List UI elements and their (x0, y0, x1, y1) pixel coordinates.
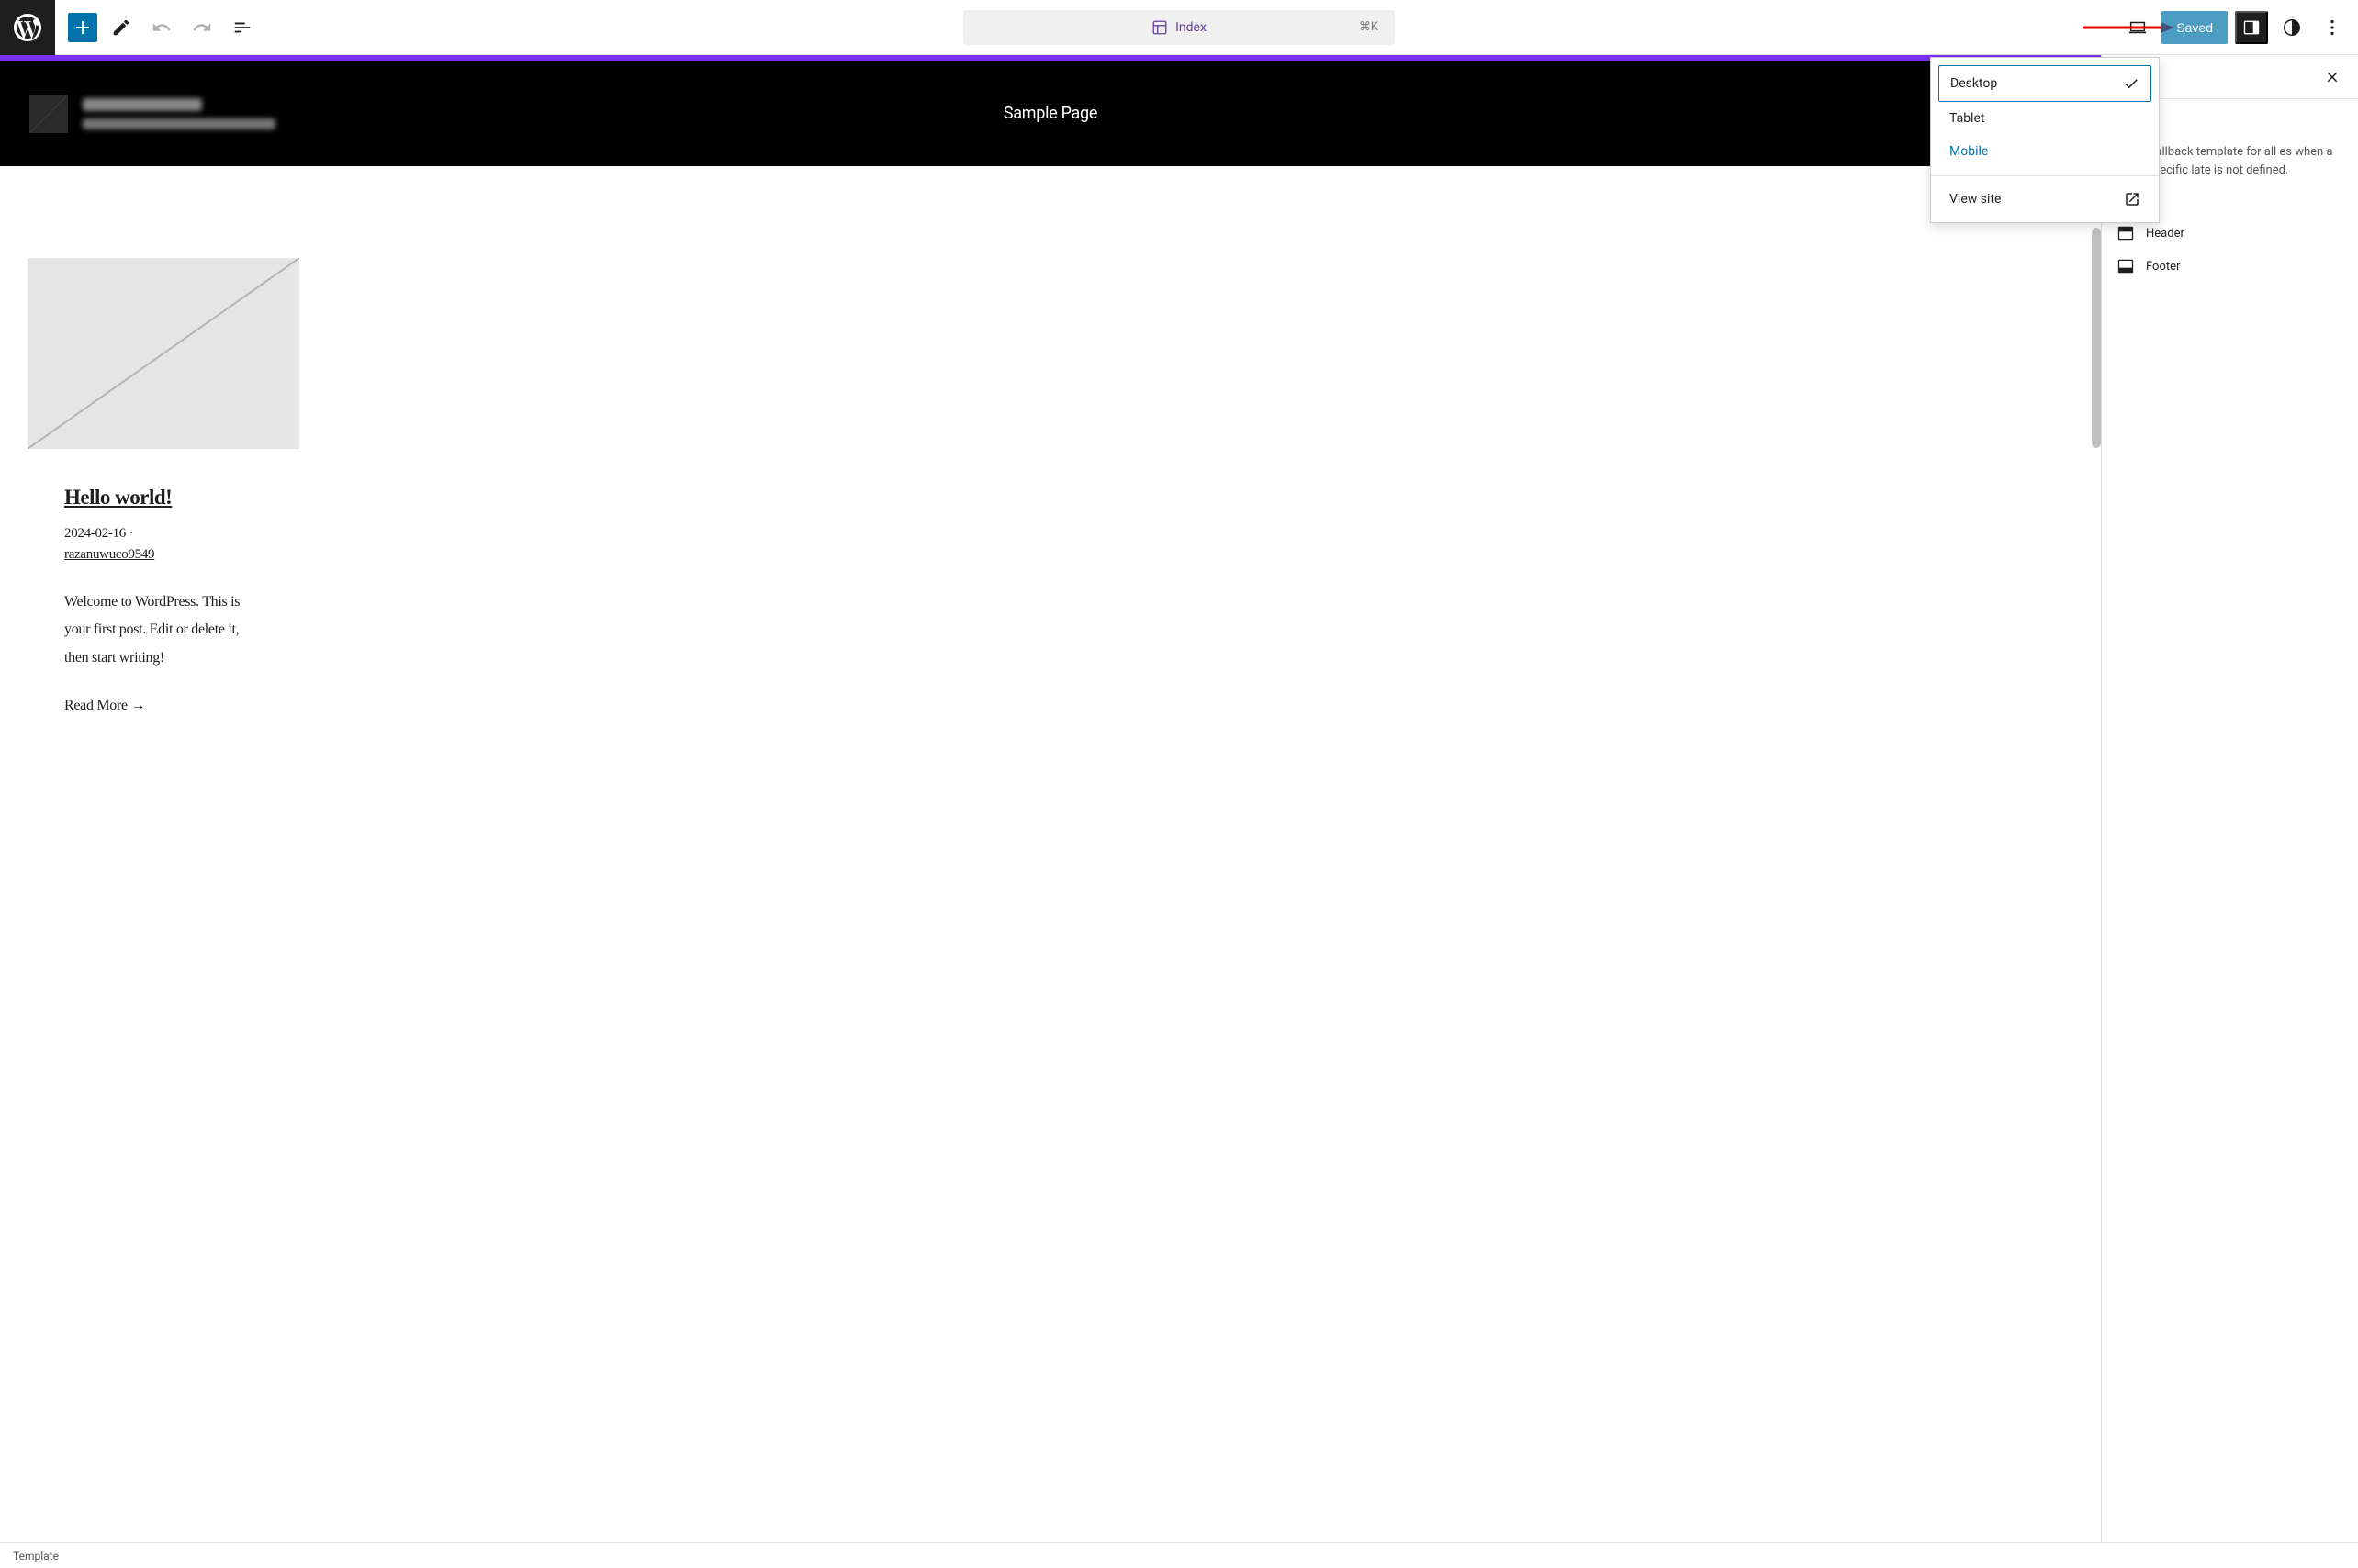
post-excerpt[interactable]: Welcome to WordPress. This is your first… (64, 588, 263, 672)
editor-canvas[interactable]: Sample Page Hello world! 2024-02-16 · ra… (0, 55, 2101, 1542)
read-more-link[interactable]: Read More → (64, 698, 263, 714)
post-date[interactable]: 2024-02-16 (64, 526, 126, 541)
settings-panel-toggle[interactable] (2235, 11, 2268, 44)
toolbar-right: Saved (2121, 11, 2358, 44)
content-area[interactable]: Hello world! 2024-02-16 · razanuwuco9549… (0, 166, 2101, 769)
dropdown-mobile[interactable]: Mobile (1938, 135, 2151, 168)
area-header-label: Header (2146, 227, 2184, 241)
add-block-button[interactable] (68, 13, 97, 42)
sidebar-icon (2242, 18, 2261, 37)
wordpress-logo[interactable] (0, 0, 55, 55)
post-card[interactable]: Hello world! 2024-02-16 · razanuwuco9549… (28, 258, 299, 742)
options-button[interactable] (2316, 11, 2349, 44)
edit-tool-button[interactable] (105, 11, 138, 44)
top-toolbar: Index ⌘K Saved (0, 0, 2358, 55)
more-vertical-icon (2322, 17, 2342, 38)
template-icon (1151, 19, 1168, 36)
saved-button: Saved (2162, 11, 2228, 44)
area-footer-label: Footer (2146, 260, 2180, 274)
undo-button[interactable] (145, 11, 178, 44)
document-name: Index (1175, 20, 1207, 35)
post-meta: 2024-02-16 · (64, 526, 263, 542)
close-icon (2324, 69, 2341, 85)
site-header-block[interactable]: Sample Page (0, 61, 2101, 166)
site-title-blurred (83, 98, 275, 129)
post-body: Hello world! 2024-02-16 · razanuwuco9549… (28, 449, 299, 742)
keyboard-shortcut: ⌘K (1359, 20, 1378, 34)
featured-image-placeholder[interactable] (28, 258, 299, 449)
footer-icon (2117, 257, 2135, 275)
scrollbar[interactable] (2092, 228, 2101, 448)
document-switcher[interactable]: Index ⌘K (963, 10, 1395, 45)
styles-button[interactable] (2275, 11, 2308, 44)
check-icon (2123, 75, 2139, 92)
area-footer[interactable]: Footer (2117, 250, 2343, 283)
annotation-arrow (2083, 18, 2174, 37)
view-dropdown: Desktop Tablet Mobile View site (1930, 57, 2160, 223)
nav-sample-page[interactable]: Sample Page (1004, 104, 1097, 123)
toolbar-left (55, 11, 272, 44)
dropdown-view-site[interactable]: View site (1931, 176, 2159, 222)
site-logo-placeholder[interactable] (29, 95, 68, 133)
settings-sidebar: Block x d as a fallback template for all… (2101, 55, 2358, 1542)
post-author[interactable]: razanuwuco9549 (64, 547, 263, 563)
external-link-icon (2124, 191, 2140, 207)
dropdown-tablet[interactable]: Tablet (1938, 102, 2151, 135)
header-icon (2117, 224, 2135, 242)
list-view-button[interactable] (226, 11, 259, 44)
close-sidebar-button[interactable] (2321, 66, 2343, 88)
footer-breadcrumb[interactable]: Template (0, 1542, 2358, 1568)
contrast-icon (2282, 17, 2302, 38)
main-area: Sample Page Hello world! 2024-02-16 · ra… (0, 55, 2358, 1542)
redo-button[interactable] (185, 11, 219, 44)
post-title[interactable]: Hello world! (64, 486, 263, 510)
dropdown-desktop[interactable]: Desktop (1938, 65, 2151, 102)
